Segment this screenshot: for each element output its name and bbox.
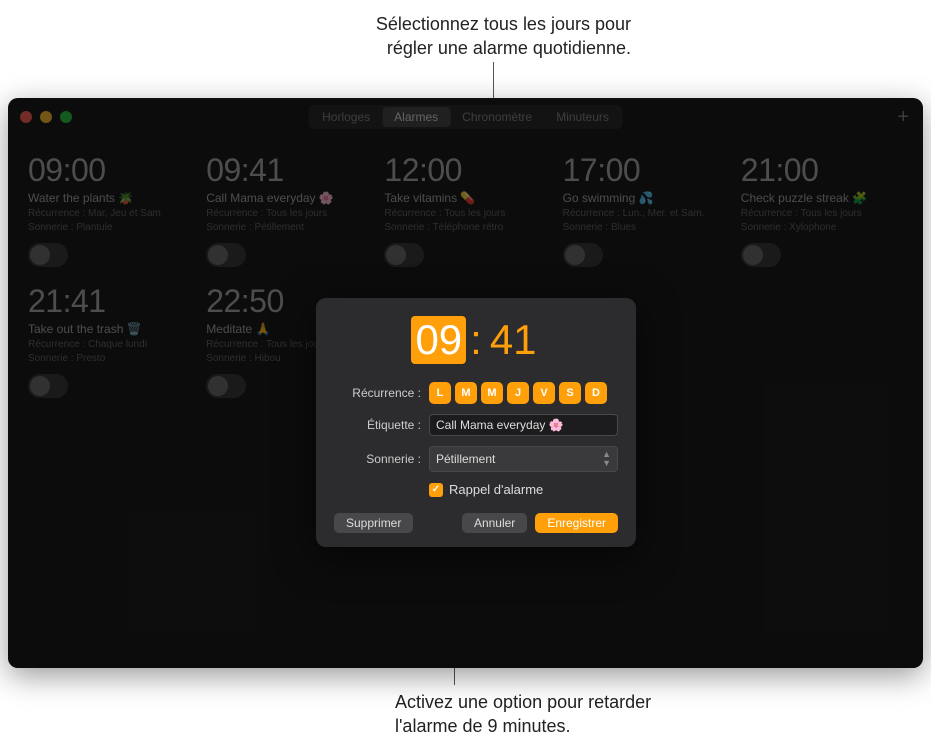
alarm-repeat: Récurrence : Tous les jours bbox=[741, 208, 903, 219]
alarm-label: Water the plants 🪴 bbox=[28, 191, 190, 205]
alarm-sound: Sonnerie : Pétillement bbox=[206, 222, 368, 233]
alarm-toggle[interactable] bbox=[741, 243, 781, 267]
chevron-updown-icon: ▲▼ bbox=[602, 450, 611, 468]
tab-alarmes[interactable]: Alarmes bbox=[382, 107, 450, 127]
alarm-time: 17:00 bbox=[563, 152, 725, 189]
tab-horloges[interactable]: Horloges bbox=[310, 107, 382, 127]
alarm-toggle[interactable] bbox=[206, 243, 246, 267]
label-row: Étiquette : Call Mama everyday 🌸 bbox=[334, 414, 618, 436]
alarm-label: Check puzzle streak 🧩 bbox=[741, 191, 903, 205]
delete-button[interactable]: Supprimer bbox=[334, 513, 413, 533]
alarm-time: 21:41 bbox=[28, 283, 190, 320]
alarm-label: Call Mama everyday 🌸 bbox=[206, 191, 368, 205]
etiquette-label: Étiquette : bbox=[334, 418, 429, 432]
alarm-card[interactable]: 17:00 Go swimming 💦 Récurrence : Lun., M… bbox=[563, 152, 725, 267]
alarm-repeat: Récurrence : Chaque lundi bbox=[28, 339, 190, 350]
repeat-label: Récurrence : bbox=[334, 386, 429, 400]
callout-text: Activez une option pour retarder bbox=[395, 692, 651, 712]
alarm-sound: Sonnerie : Xylophone bbox=[741, 222, 903, 233]
alarm-repeat: Récurrence : Mar, Jeu et Sam bbox=[28, 208, 190, 219]
clock-app-window: Horloges Alarmes Chronomètre Minuteurs +… bbox=[8, 98, 923, 668]
save-button[interactable]: Enregistrer bbox=[535, 513, 618, 533]
sonnerie-select[interactable]: Pétillement ▲▼ bbox=[429, 446, 618, 472]
day-friday[interactable]: V bbox=[533, 382, 555, 404]
modal-button-row: Supprimer Annuler Enregistrer bbox=[334, 513, 618, 533]
callout-text: Sélectionnez tous les jours pour bbox=[376, 14, 631, 34]
window-controls bbox=[20, 111, 72, 123]
alarm-sound: Sonnerie : Blues bbox=[563, 222, 725, 233]
alarm-card[interactable]: 21:41 Take out the trash 🗑️ Récurrence :… bbox=[28, 283, 190, 398]
sonnerie-label: Sonnerie : bbox=[334, 452, 429, 466]
add-alarm-button[interactable]: + bbox=[897, 106, 909, 129]
alarm-repeat: Récurrence : Tous les jours bbox=[384, 208, 546, 219]
snooze-checkbox[interactable]: ✓ bbox=[429, 483, 443, 497]
alarm-card[interactable]: 12:00 Take vitamins 💊 Récurrence : Tous … bbox=[384, 152, 546, 267]
alarm-label: Go swimming 💦 bbox=[563, 191, 725, 205]
alarm-card[interactable]: 21:00 Check puzzle streak 🧩 Récurrence :… bbox=[741, 152, 903, 267]
alarm-time: 09:00 bbox=[28, 152, 190, 189]
cancel-button[interactable]: Annuler bbox=[462, 513, 527, 533]
time-minutes[interactable]: 41 bbox=[486, 316, 541, 364]
alarm-toggle[interactable] bbox=[28, 374, 68, 398]
alarm-card[interactable]: 09:00 Water the plants 🪴 Récurrence : Ma… bbox=[28, 152, 190, 267]
sonnerie-value: Pétillement bbox=[436, 452, 495, 466]
alarm-label: Take vitamins 💊 bbox=[384, 191, 546, 205]
snooze-row: ✓ Rappel d'alarme bbox=[429, 482, 618, 497]
callout-text: l'alarme de 9 minutes. bbox=[395, 716, 571, 736]
alarm-sound: Sonnerie : Presto bbox=[28, 353, 190, 364]
day-monday[interactable]: L bbox=[429, 382, 451, 404]
callout-text: régler une alarme quotidienne. bbox=[387, 38, 631, 58]
snooze-label: Rappel d'alarme bbox=[449, 482, 543, 497]
alarm-time: 09:41 bbox=[206, 152, 368, 189]
alarm-toggle[interactable] bbox=[28, 243, 68, 267]
alarm-sound: Sonnerie : Téléphone rétro bbox=[384, 222, 546, 233]
alarm-toggle[interactable] bbox=[563, 243, 603, 267]
edit-alarm-modal: 09 : 41 Récurrence : L M M J V S D Étiqu… bbox=[316, 298, 636, 547]
callout-top: Sélectionnez tous les jours pour régler … bbox=[105, 12, 631, 61]
day-wednesday[interactable]: M bbox=[481, 382, 503, 404]
alarm-time: 12:00 bbox=[384, 152, 546, 189]
alarm-toggle[interactable] bbox=[384, 243, 424, 267]
day-saturday[interactable]: S bbox=[559, 382, 581, 404]
alarm-sound: Sonnerie : Plantule bbox=[28, 222, 190, 233]
alarm-toggle[interactable] bbox=[206, 374, 246, 398]
time-picker[interactable]: 09 : 41 bbox=[334, 316, 618, 364]
minimize-icon[interactable] bbox=[40, 111, 52, 123]
alarm-card[interactable]: 09:41 Call Mama everyday 🌸 Récurrence : … bbox=[206, 152, 368, 267]
sound-row: Sonnerie : Pétillement ▲▼ bbox=[334, 446, 618, 472]
fullscreen-icon[interactable] bbox=[60, 111, 72, 123]
etiquette-input[interactable]: Call Mama everyday 🌸 bbox=[429, 414, 618, 436]
close-icon[interactable] bbox=[20, 111, 32, 123]
callout-bottom: Activez une option pour retarder l'alarm… bbox=[395, 690, 651, 739]
day-sunday[interactable]: D bbox=[585, 382, 607, 404]
day-pills: L M M J V S D bbox=[429, 382, 607, 404]
time-colon: : bbox=[468, 316, 484, 364]
day-tuesday[interactable]: M bbox=[455, 382, 477, 404]
day-thursday[interactable]: J bbox=[507, 382, 529, 404]
tab-chronometre[interactable]: Chronomètre bbox=[450, 107, 544, 127]
titlebar: Horloges Alarmes Chronomètre Minuteurs + bbox=[8, 98, 923, 136]
tab-segmented-control: Horloges Alarmes Chronomètre Minuteurs bbox=[308, 105, 623, 129]
tab-minuteurs[interactable]: Minuteurs bbox=[544, 107, 621, 127]
repeat-row: Récurrence : L M M J V S D bbox=[334, 382, 618, 404]
alarm-label: Take out the trash 🗑️ bbox=[28, 322, 190, 336]
time-hours[interactable]: 09 bbox=[411, 316, 466, 364]
alarm-time: 21:00 bbox=[741, 152, 903, 189]
alarm-repeat: Récurrence : Tous les jours bbox=[206, 208, 368, 219]
alarm-repeat: Récurrence : Lun., Mer. et Sam. bbox=[563, 208, 725, 219]
